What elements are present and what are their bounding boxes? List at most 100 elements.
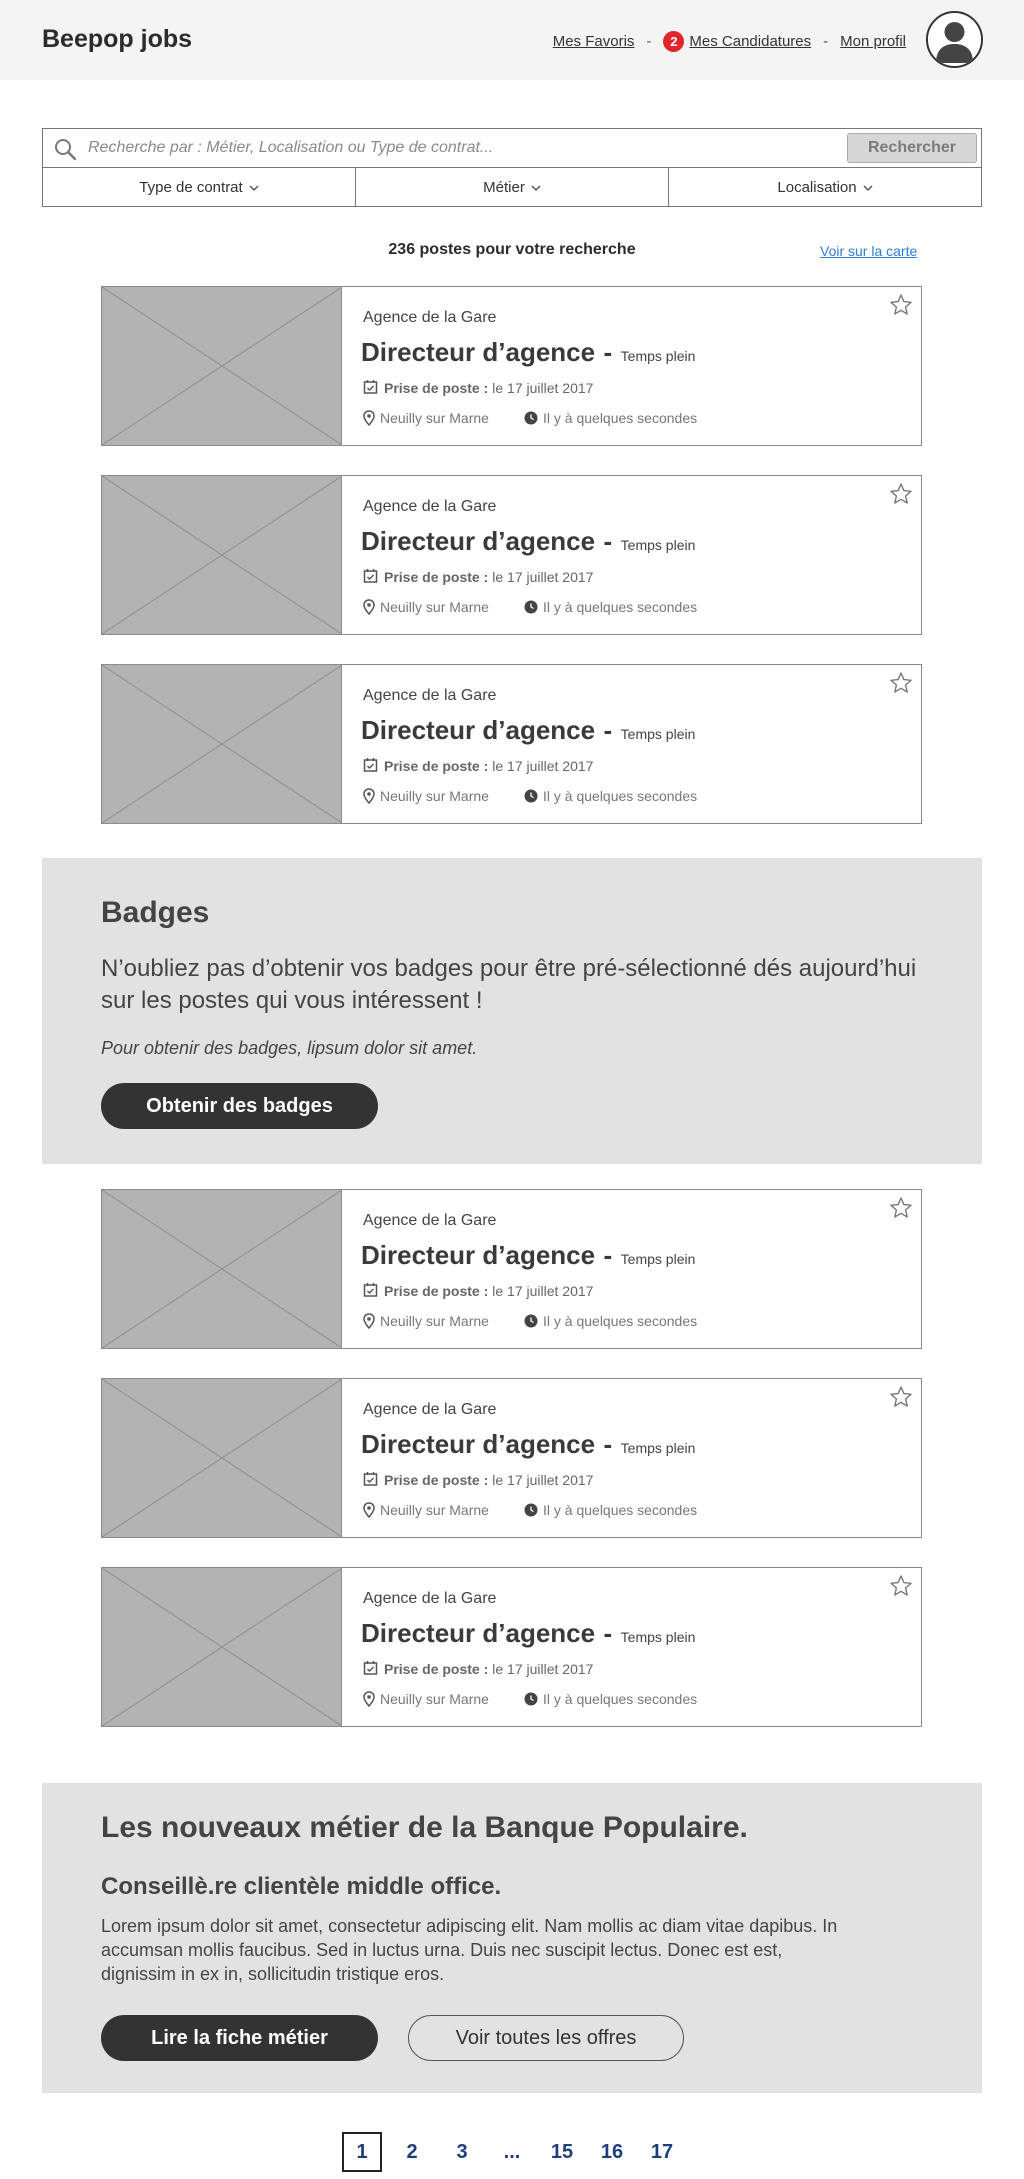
image-placeholder-icon xyxy=(101,664,343,824)
chevron-down-icon xyxy=(531,179,541,196)
clock-icon xyxy=(524,411,538,425)
star-outline-icon[interactable] xyxy=(889,1385,913,1414)
job-posted: Il y à quelques secondes xyxy=(524,410,697,426)
job-meta: Neuilly sur Marne Il y à quelques second… xyxy=(363,410,697,426)
user-avatar-icon[interactable] xyxy=(926,11,983,68)
job-card[interactable]: Agence de la Gare Directeur d’agence - T… xyxy=(101,1567,922,1727)
chevron-down-icon xyxy=(249,179,259,196)
job-meta: Neuilly sur Marne Il y à quelques second… xyxy=(363,1313,697,1329)
search-bar: Rechercher xyxy=(42,128,982,168)
image-placeholder-icon xyxy=(101,1189,343,1349)
job-location-text: Neuilly sur Marne xyxy=(380,410,489,426)
star-outline-icon[interactable] xyxy=(889,293,913,322)
star-outline-icon[interactable] xyxy=(889,482,913,511)
filter-job[interactable]: Métier xyxy=(356,168,669,206)
image-placeholder-icon xyxy=(101,475,343,635)
search-input[interactable] xyxy=(88,133,878,163)
job-posted-text: Il y à quelques secondes xyxy=(543,1313,698,1329)
job-start-date: Prise de poste : le 17 juillet 2017 xyxy=(363,568,593,586)
job-meta: Neuilly sur Marne Il y à quelques second… xyxy=(363,1691,697,1707)
job-location-text: Neuilly sur Marne xyxy=(380,788,489,804)
search-button[interactable]: Rechercher xyxy=(847,133,977,163)
job-location: Neuilly sur Marne xyxy=(363,410,524,426)
calendar-check-icon xyxy=(363,568,378,586)
job-title-separator: - xyxy=(603,526,613,556)
job-start-label: Prise de poste : xyxy=(384,1283,489,1299)
job-posted: Il y à quelques secondes xyxy=(524,1502,697,1518)
job-title[interactable]: Directeur d’agence xyxy=(361,1240,595,1270)
image-placeholder-icon xyxy=(101,286,343,446)
job-location: Neuilly sur Marne xyxy=(363,1313,524,1329)
map-pin-icon xyxy=(363,1313,375,1329)
page-link[interactable]: 17 xyxy=(642,2132,682,2172)
page-link[interactable]: 16 xyxy=(592,2132,632,2172)
job-posted-text: Il y à quelques secondes xyxy=(543,1691,698,1707)
brand-logo[interactable]: Beepop jobs xyxy=(42,25,192,54)
badges-title: Badges xyxy=(101,896,210,929)
job-agency: Agence de la Gare xyxy=(363,1401,497,1418)
job-start-value: le 17 juillet 2017 xyxy=(492,569,594,585)
star-outline-icon[interactable] xyxy=(889,671,913,700)
calendar-check-icon xyxy=(363,1282,378,1300)
profile-link[interactable]: Mon profil xyxy=(840,33,906,50)
job-posted-text: Il y à quelques secondes xyxy=(543,410,698,426)
job-start-label: Prise de poste : xyxy=(384,758,489,774)
page-link[interactable]: 2 xyxy=(392,2132,432,2172)
read-job-profile-button[interactable]: Lire la fiche métier xyxy=(101,2015,378,2061)
top-navigation: Mes Favoris - 2 Mes Candidatures - Mon p… xyxy=(553,31,906,52)
job-title[interactable]: Directeur d’agence xyxy=(361,1618,595,1648)
job-start-label: Prise de poste : xyxy=(384,569,489,585)
job-title[interactable]: Directeur d’agence xyxy=(361,715,595,745)
filter-location[interactable]: Localisation xyxy=(669,168,981,206)
nav-separator: - xyxy=(646,33,652,50)
job-start-date: Prise de poste : le 17 juillet 2017 xyxy=(363,1471,593,1489)
filter-contract-type[interactable]: Type de contrat xyxy=(43,168,356,206)
calendar-check-icon xyxy=(363,379,378,397)
clock-icon xyxy=(524,1692,538,1706)
job-agency: Agence de la Gare xyxy=(363,1590,497,1607)
job-start-label: Prise de poste : xyxy=(384,1472,489,1488)
job-card[interactable]: Agence de la Gare Directeur d’agence - T… xyxy=(101,475,922,635)
job-location-text: Neuilly sur Marne xyxy=(380,599,489,615)
job-card[interactable]: Agence de la Gare Directeur d’agence - T… xyxy=(101,1378,922,1538)
get-badges-button[interactable]: Obtenir des badges xyxy=(101,1083,378,1129)
job-start-date: Prise de poste : le 17 juillet 2017 xyxy=(363,1660,593,1678)
job-agency: Agence de la Gare xyxy=(363,309,497,326)
job-profile-subtitle: Conseillè.re clientèle middle office. xyxy=(101,1873,502,1900)
job-title-separator: - xyxy=(603,1618,613,1648)
job-posted-text: Il y à quelques secondes xyxy=(543,788,698,804)
job-title-row: Directeur d’agence - Temps plein xyxy=(361,1618,695,1649)
job-start-value: le 17 juillet 2017 xyxy=(492,1472,594,1488)
star-outline-icon[interactable] xyxy=(889,1196,913,1225)
page-link[interactable]: 3 xyxy=(442,2132,482,2172)
map-view-link[interactable]: Voir sur la carte xyxy=(820,243,917,259)
clock-icon xyxy=(524,789,538,803)
applications-link[interactable]: Mes Candidatures xyxy=(689,33,811,50)
job-posted: Il y à quelques secondes xyxy=(524,1691,697,1707)
job-card[interactable]: Agence de la Gare Directeur d’agence - T… xyxy=(101,664,922,824)
job-posted-text: Il y à quelques secondes xyxy=(543,599,698,615)
job-posted: Il y à quelques secondes xyxy=(524,1313,697,1329)
search-icon xyxy=(53,137,77,166)
job-title[interactable]: Directeur d’agence xyxy=(361,526,595,556)
job-title[interactable]: Directeur d’agence xyxy=(361,1429,595,1459)
job-location-text: Neuilly sur Marne xyxy=(380,1313,489,1329)
job-location: Neuilly sur Marne xyxy=(363,599,524,615)
page-link[interactable]: 15 xyxy=(542,2132,582,2172)
job-card[interactable]: Agence de la Gare Directeur d’agence - T… xyxy=(101,286,922,446)
calendar-check-icon xyxy=(363,757,378,775)
job-contract-type: Temps plein xyxy=(620,1251,696,1267)
favorites-link[interactable]: Mes Favoris xyxy=(553,33,635,50)
job-start-value: le 17 juillet 2017 xyxy=(492,758,594,774)
map-pin-icon xyxy=(363,1502,375,1518)
job-title-row: Directeur d’agence - Temps plein xyxy=(361,337,695,368)
clock-icon xyxy=(524,1503,538,1517)
page-link-current[interactable]: 1 xyxy=(342,2132,382,2172)
job-card[interactable]: Agence de la Gare Directeur d’agence - T… xyxy=(101,1189,922,1349)
job-meta: Neuilly sur Marne Il y à quelques second… xyxy=(363,788,697,804)
job-start-label: Prise de poste : xyxy=(384,1661,489,1677)
see-all-offers-button[interactable]: Voir toutes les offres xyxy=(408,2015,684,2061)
job-start-value: le 17 juillet 2017 xyxy=(492,1283,594,1299)
job-title[interactable]: Directeur d’agence xyxy=(361,337,595,367)
star-outline-icon[interactable] xyxy=(889,1574,913,1603)
